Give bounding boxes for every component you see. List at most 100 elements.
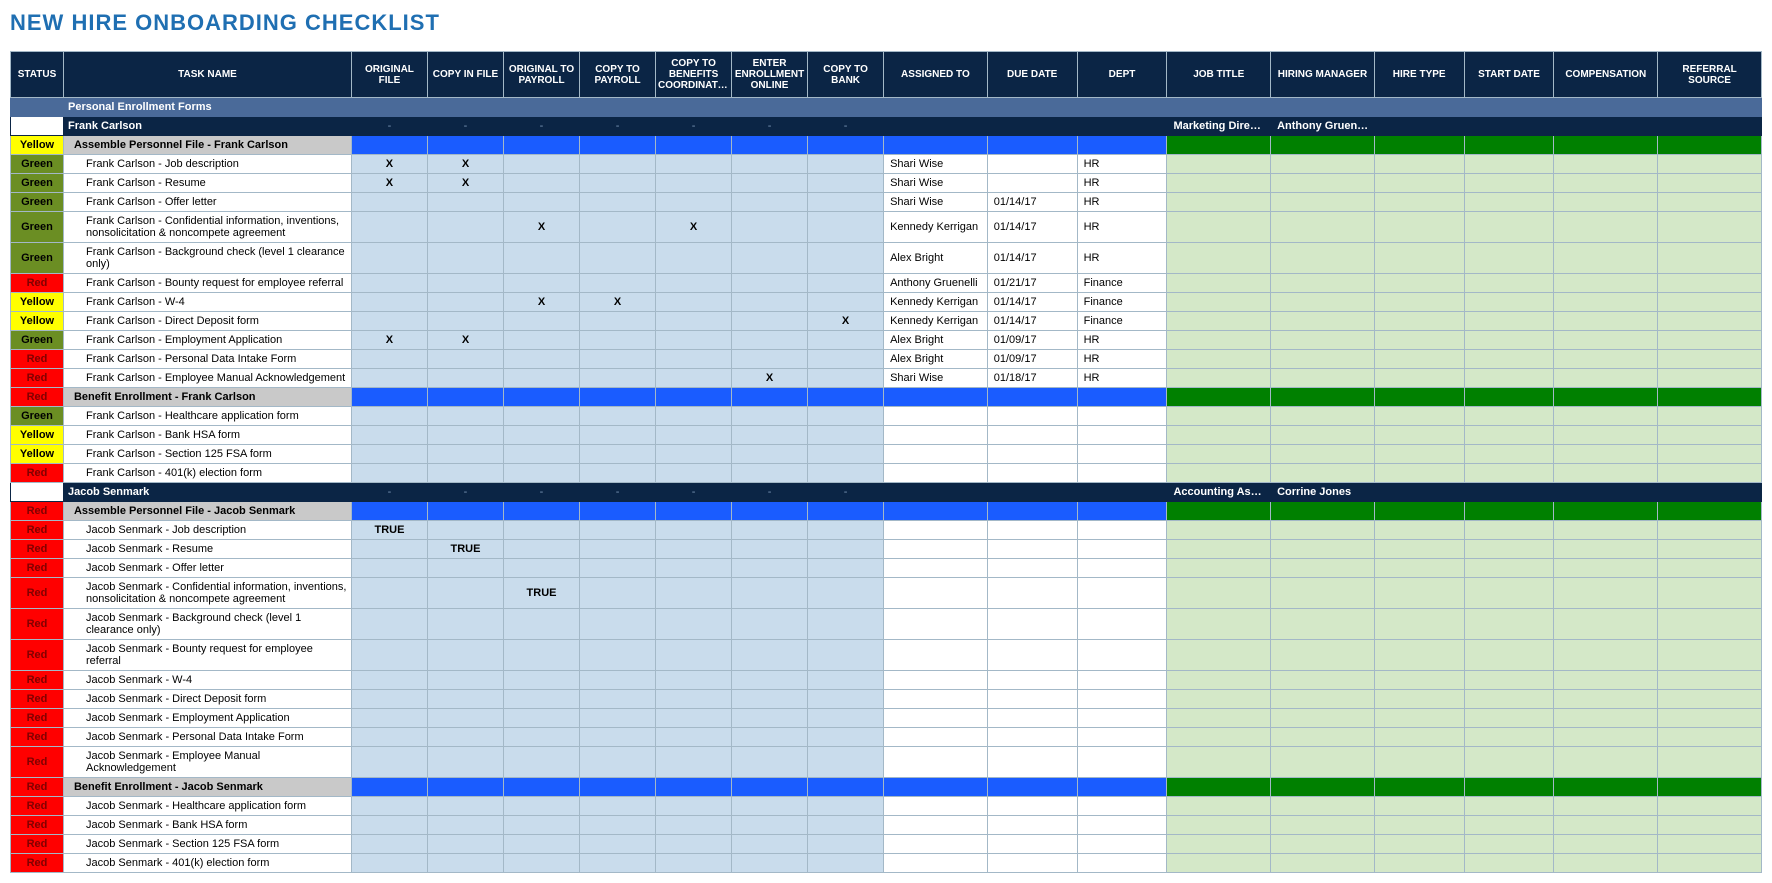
task-cell[interactable]: Jacob Senmark - Bank HSA form — [63, 816, 351, 835]
check-cell[interactable] — [732, 445, 808, 464]
green-cell[interactable] — [1554, 709, 1658, 728]
green-cell[interactable] — [1167, 854, 1271, 873]
green-cell[interactable] — [1658, 174, 1762, 193]
status-cell[interactable]: Red — [11, 690, 64, 709]
duedate-cell[interactable] — [987, 174, 1077, 193]
check-cell[interactable] — [808, 331, 884, 350]
check-cell[interactable] — [351, 212, 427, 243]
assigned-cell[interactable] — [884, 728, 988, 747]
check-cell[interactable] — [732, 521, 808, 540]
check-cell[interactable] — [656, 559, 732, 578]
check-cell[interactable] — [504, 728, 580, 747]
check-cell[interactable] — [427, 709, 503, 728]
duedate-cell[interactable] — [987, 816, 1077, 835]
assigned-cell[interactable] — [884, 559, 988, 578]
green-cell[interactable] — [1271, 521, 1375, 540]
green-cell[interactable] — [1658, 293, 1762, 312]
green-cell[interactable] — [1167, 350, 1271, 369]
duedate-cell[interactable]: 01/09/17 — [987, 331, 1077, 350]
check-cell[interactable] — [580, 640, 656, 671]
check-cell[interactable] — [580, 835, 656, 854]
check-cell[interactable] — [656, 369, 732, 388]
green-cell[interactable] — [1167, 671, 1271, 690]
task-cell[interactable]: Jacob Senmark - Background check (level … — [63, 609, 351, 640]
check-cell[interactable] — [504, 312, 580, 331]
dept-cell[interactable]: Finance — [1077, 274, 1167, 293]
green-cell[interactable] — [1374, 312, 1464, 331]
check-cell[interactable] — [656, 243, 732, 274]
green-cell[interactable] — [1374, 709, 1464, 728]
duedate-cell[interactable] — [987, 578, 1077, 609]
check-cell[interactable] — [656, 331, 732, 350]
check-cell[interactable] — [808, 350, 884, 369]
check-cell[interactable] — [580, 578, 656, 609]
green-cell[interactable] — [1167, 540, 1271, 559]
check-cell[interactable] — [427, 407, 503, 426]
green-cell[interactable] — [1658, 816, 1762, 835]
green-cell[interactable] — [1464, 212, 1554, 243]
check-cell[interactable] — [732, 578, 808, 609]
green-cell[interactable] — [1464, 464, 1554, 483]
green-cell[interactable] — [1658, 274, 1762, 293]
col-header[interactable]: COMPENSATION — [1554, 52, 1658, 98]
status-cell[interactable]: Red — [11, 835, 64, 854]
status-cell[interactable]: Red — [11, 854, 64, 873]
check-cell[interactable] — [656, 690, 732, 709]
assigned-cell[interactable] — [884, 690, 988, 709]
duedate-cell[interactable] — [987, 690, 1077, 709]
check-cell[interactable] — [427, 609, 503, 640]
status-cell[interactable]: Red — [11, 464, 64, 483]
check-cell[interactable] — [732, 609, 808, 640]
col-header[interactable]: ORIGINAL TO PAYROLL — [504, 52, 580, 98]
green-cell[interactable] — [1554, 747, 1658, 778]
status-cell[interactable]: Red — [11, 578, 64, 609]
green-cell[interactable] — [1271, 445, 1375, 464]
assigned-cell[interactable] — [884, 426, 988, 445]
green-cell[interactable] — [1374, 640, 1464, 671]
green-cell[interactable] — [1167, 464, 1271, 483]
green-cell[interactable] — [1554, 274, 1658, 293]
green-cell[interactable] — [1271, 835, 1375, 854]
check-cell[interactable] — [808, 640, 884, 671]
check-cell[interactable] — [427, 243, 503, 274]
check-cell[interactable] — [732, 835, 808, 854]
green-cell[interactable] — [1554, 155, 1658, 174]
green-cell[interactable] — [1554, 331, 1658, 350]
check-cell[interactable] — [808, 155, 884, 174]
status-cell[interactable]: Red — [11, 709, 64, 728]
green-cell[interactable] — [1271, 816, 1375, 835]
dept-cell[interactable] — [1077, 426, 1167, 445]
group-label[interactable]: Benefit Enrollment - Frank Carlson — [63, 388, 351, 407]
dept-cell[interactable]: HR — [1077, 155, 1167, 174]
green-cell[interactable] — [1167, 559, 1271, 578]
check-cell[interactable] — [504, 747, 580, 778]
check-cell[interactable] — [351, 350, 427, 369]
status-cell[interactable]: Red — [11, 369, 64, 388]
check-cell[interactable] — [656, 155, 732, 174]
green-cell[interactable] — [1554, 193, 1658, 212]
status-cell[interactable]: Red — [11, 816, 64, 835]
green-cell[interactable] — [1271, 578, 1375, 609]
check-cell[interactable]: X — [504, 212, 580, 243]
green-cell[interactable] — [1554, 445, 1658, 464]
check-cell[interactable] — [808, 835, 884, 854]
green-cell[interactable] — [1658, 445, 1762, 464]
task-cell[interactable]: Frank Carlson - Healthcare application f… — [63, 407, 351, 426]
status-cell[interactable]: Green — [11, 407, 64, 426]
check-cell[interactable] — [580, 155, 656, 174]
check-cell[interactable] — [351, 728, 427, 747]
green-cell[interactable] — [1658, 728, 1762, 747]
task-cell[interactable]: Jacob Senmark - W-4 — [63, 671, 351, 690]
dept-cell[interactable] — [1077, 671, 1167, 690]
check-cell[interactable] — [656, 747, 732, 778]
dept-cell[interactable] — [1077, 407, 1167, 426]
green-cell[interactable] — [1374, 350, 1464, 369]
check-cell[interactable] — [351, 464, 427, 483]
check-cell[interactable] — [351, 274, 427, 293]
col-header[interactable]: REFERRAL SOURCE — [1658, 52, 1762, 98]
green-cell[interactable] — [1658, 464, 1762, 483]
check-cell[interactable] — [427, 728, 503, 747]
status-cell[interactable]: Red — [11, 502, 64, 521]
check-cell[interactable] — [427, 274, 503, 293]
check-cell[interactable] — [504, 540, 580, 559]
